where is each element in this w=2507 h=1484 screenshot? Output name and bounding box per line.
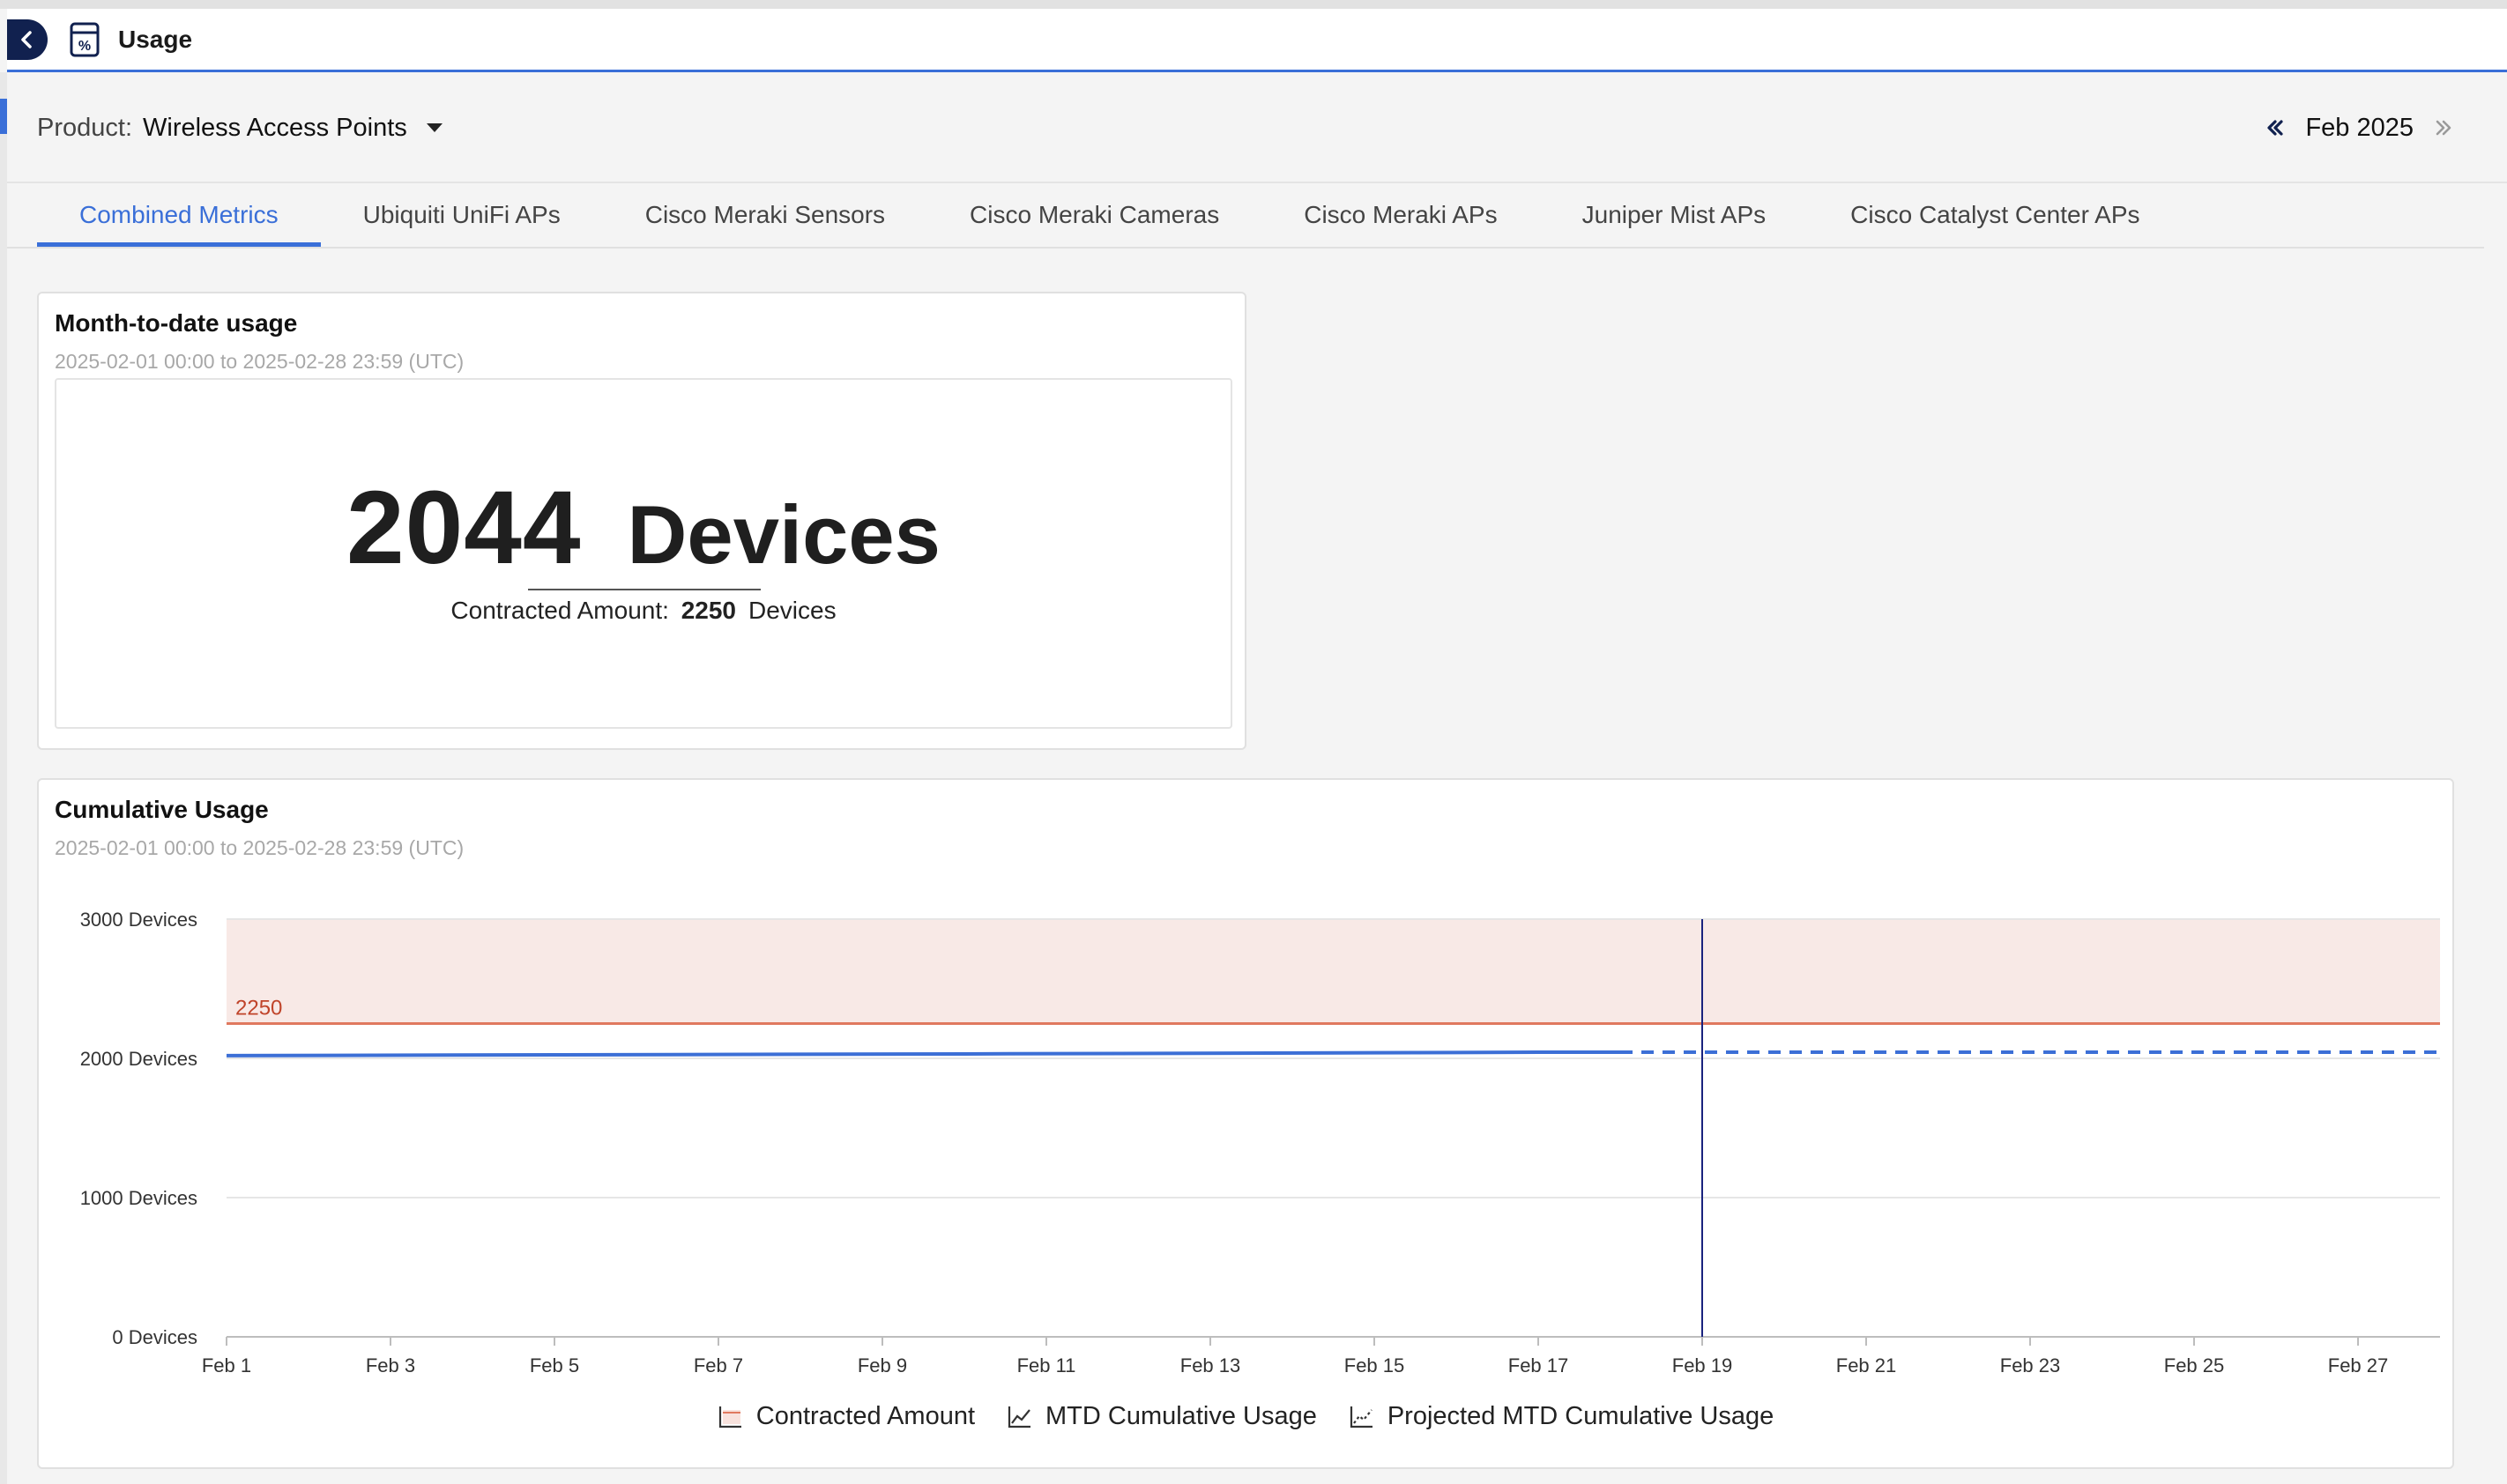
x-tick-label: Feb 1 <box>202 1354 251 1376</box>
product-selector[interactable]: Product: Wireless Access Points <box>37 106 443 150</box>
mtd-card-title: Month-to-date usage <box>55 309 298 337</box>
mtd-usage-unit: Devices <box>627 488 941 581</box>
legend-mtd-label: MTD Cumulative Usage <box>1045 1402 1317 1430</box>
value-underline <box>528 589 761 590</box>
y-tick-label: 1000 Devices <box>80 1187 197 1209</box>
current-month-label: Feb 2025 <box>2305 113 2414 142</box>
tab-combined-metrics[interactable]: Combined Metrics <box>37 185 321 247</box>
dashed-line-chart-icon <box>1350 1406 1373 1428</box>
tab-cisco-meraki-cameras[interactable]: Cisco Meraki Cameras <box>927 185 1261 247</box>
left-rail-active-marker <box>0 99 7 134</box>
legend-contracted-label: Contracted Amount <box>755 1402 976 1430</box>
line-chart-icon <box>1008 1406 1031 1428</box>
cumulative-usage-chart: 0 Devices 1000 Devices 2000 Devices 3000 De… <box>80 909 2440 1376</box>
y-tick-label: 3000 Devices <box>80 909 197 931</box>
usage-calculator-icon: % <box>67 22 102 57</box>
x-tick-label: Feb 3 <box>366 1354 415 1376</box>
double-chevron-right-icon[interactable] <box>2433 117 2454 138</box>
header-divider <box>7 182 2507 183</box>
x-tick-label: Feb 17 <box>1508 1354 1569 1376</box>
product-value[interactable]: Wireless Access Points <box>143 114 407 143</box>
tab-cisco-meraki-aps[interactable]: Cisco Meraki APs <box>1261 185 1539 247</box>
product-label: Product: <box>37 113 132 142</box>
x-tick-label: Feb 27 <box>2328 1354 2389 1376</box>
mtd-usage-value: 2044 <box>346 470 582 586</box>
tab-cisco-catalyst-center-aps[interactable]: Cisco Catalyst Center APs <box>1808 185 2182 247</box>
legend-projected-usage[interactable]: Projected MTD Cumulative Usage <box>1349 1402 1774 1431</box>
mtd-card-range: 2025-02-01 00:00 to 2025-02-28 23:59 (UT… <box>55 350 465 373</box>
caret-down-icon[interactable] <box>426 123 443 132</box>
chart-legend: Contracted Amount MTD Cumulative Usage P… <box>39 1402 2452 1431</box>
page-title: Usage <box>118 25 193 53</box>
tab-cisco-meraki-sensors[interactable]: Cisco Meraki Sensors <box>603 185 927 247</box>
x-tick-label: Feb 5 <box>530 1354 579 1376</box>
window-top-border <box>0 0 2507 9</box>
x-tick-label: Feb 25 <box>2164 1354 2225 1376</box>
app-header: % Usage <box>7 9 2507 72</box>
x-tick-label: Feb 21 <box>1836 1354 1897 1376</box>
cumulative-usage-card: Cumulative Usage 2025-02-01 00:00 to 202… <box>37 778 2454 1469</box>
mtd-value-panel: 2044 Devices Contracted Amount: 2250 Devic… <box>55 378 1232 729</box>
contracted-amount-label: 2250 <box>235 997 282 1020</box>
x-tick-label: Feb 11 <box>1017 1354 1076 1376</box>
contracted-band <box>227 919 2440 1024</box>
mtd-usage-card: Month-to-date usage 2025-02-01 00:00 to … <box>37 292 1246 750</box>
y-tick-label: 2000 Devices <box>80 1048 197 1070</box>
area-chart-icon <box>718 1406 741 1428</box>
contracted-amount-value: 2250 <box>681 597 736 624</box>
tab-ubiquiti-unifi-aps[interactable]: Ubiquiti UniFi APs <box>321 185 603 247</box>
vendor-tabs: Combined Metrics Ubiquiti UniFi APs Cisc… <box>37 185 2183 247</box>
legend-projected-label: Projected MTD Cumulative Usage <box>1387 1402 1774 1430</box>
left-rail <box>0 72 7 1484</box>
contracted-amount-unit: Devices <box>748 597 837 624</box>
y-tick-label: 0 Devices <box>112 1326 197 1348</box>
month-navigator: Feb 2025 <box>2265 106 2454 150</box>
legend-mtd-usage[interactable]: MTD Cumulative Usage <box>1007 1402 1317 1431</box>
contracted-amount-label: Contracted Amount: <box>450 597 669 624</box>
x-tick-label: Feb 19 <box>1672 1354 1733 1376</box>
tab-juniper-mist-aps[interactable]: Juniper Mist APs <box>1540 185 1809 247</box>
x-tick-label: Feb 7 <box>694 1354 743 1376</box>
svg-text:%: % <box>78 39 91 54</box>
x-tick-label: Feb 13 <box>1180 1354 1241 1376</box>
mtd-usage-line <box>226 1050 1620 1057</box>
contracted-amount-line: Contracted Amount: 2250 Devices <box>56 597 1231 625</box>
tabs-divider <box>7 247 2484 249</box>
x-tick-label: Feb 15 <box>1344 1354 1405 1376</box>
legend-contracted-amount[interactable]: Contracted Amount <box>718 1402 975 1431</box>
x-tick-label: Feb 23 <box>2000 1354 2061 1376</box>
back-button[interactable] <box>7 19 48 60</box>
x-tick-label: Feb 9 <box>858 1354 907 1376</box>
double-chevron-left-icon[interactable] <box>2265 117 2286 138</box>
chevron-left-icon <box>21 30 32 48</box>
